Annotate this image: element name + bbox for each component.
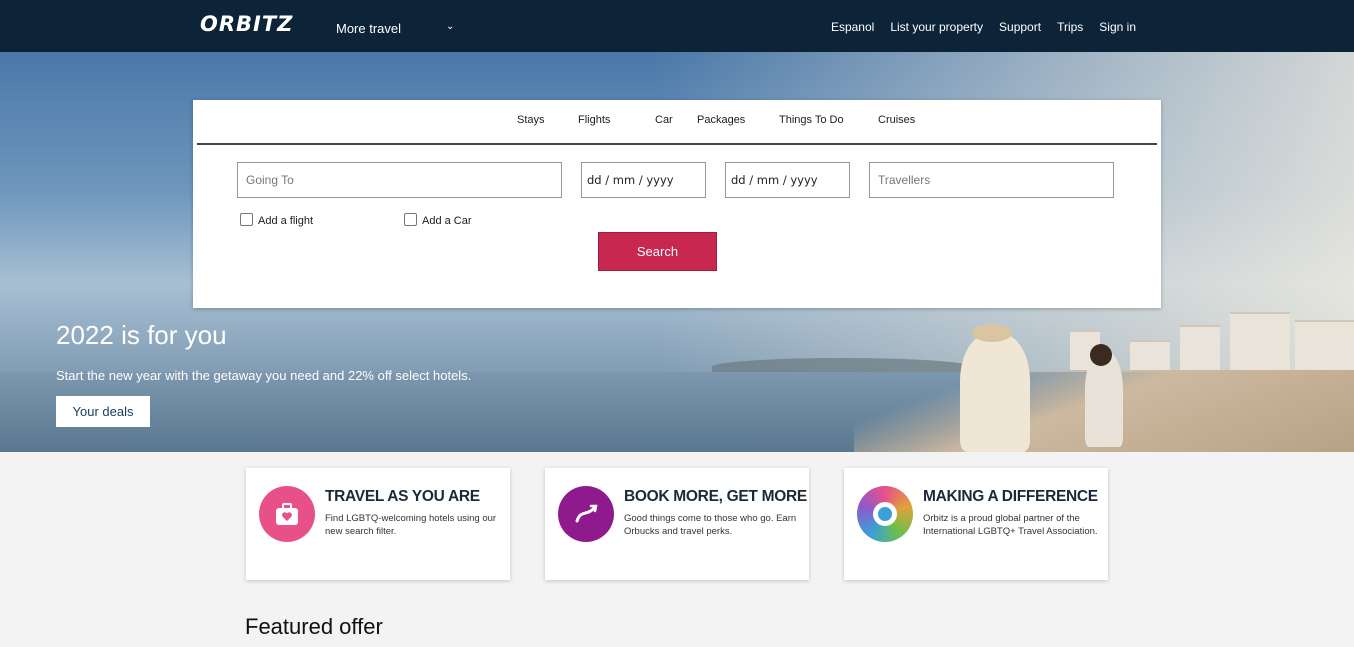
add-flight-label: Add a flight [258,215,314,227]
add-car-option[interactable]: Add a Car [404,212,472,227]
search-panel: Stays Flights Car Packages Things To Do … [193,100,1161,308]
hero-title: 2022 is for you [56,320,227,350]
sign-in-link[interactable]: Sign in [1099,20,1136,34]
more-travel-dropdown[interactable]: More travel ⌄ [336,21,454,36]
tab-flights[interactable]: Flights [578,114,610,126]
hero-building [1295,320,1354,370]
card-text: Good things come to those who go. Earn O… [624,513,797,537]
hero-hair [1090,344,1112,366]
featured-offer-heading: Featured offer [245,614,383,639]
card-text: Orbitz is a proud global partner of the … [923,513,1098,537]
tab-packages[interactable]: Packages [697,114,745,126]
promo-card-making-difference[interactable]: MAKING A DIFFERENCE Orbitz is a proud gl… [844,468,1108,580]
hero-person [1085,352,1123,447]
add-car-checkbox[interactable] [404,212,417,226]
tab-cruises[interactable]: Cruises [878,114,915,126]
orbucks-icon [558,486,614,542]
support-link[interactable]: Support [999,20,1041,34]
iglta-globe-icon [857,486,913,542]
going-to-input[interactable] [237,162,562,198]
hero-building [1180,325,1220,370]
card-text: Find LGBTQ-welcoming hotels using our ne… [325,513,497,537]
hero-hat [972,324,1012,342]
suitcase-heart-icon [259,486,315,542]
card-title: TRAVEL AS YOU ARE [325,488,480,505]
chevron-down-icon: ⌄ [446,21,455,32]
hero-person [960,334,1030,452]
travellers-input[interactable] [869,162,1114,198]
search-button[interactable]: Search [598,232,717,271]
search-tabs: Stays Flights Car Packages Things To Do … [197,100,1157,145]
header-links: Espanol List your property Support Trips… [831,20,1136,34]
add-flight-checkbox[interactable] [240,212,253,226]
tab-car[interactable]: Car [655,114,673,126]
card-title: BOOK MORE, GET MORE [624,488,807,505]
your-deals-button[interactable]: Your deals [56,396,150,427]
add-flight-option[interactable]: Add a flight [240,212,314,227]
tab-things-to-do[interactable]: Things To Do [779,114,844,126]
more-travel-label: More travel [336,21,402,36]
orbitz-logo[interactable]: ORBITZ [200,12,293,36]
trips-link[interactable]: Trips [1057,20,1083,34]
tab-stays[interactable]: Stays [517,114,545,126]
hero-building [1230,312,1290,370]
hero-building [1130,340,1170,370]
language-link[interactable]: Espanol [831,20,874,34]
checkout-date-field[interactable]: dd / mm / yyyy [725,162,850,198]
promo-card-travel-as-you-are[interactable]: TRAVEL AS YOU ARE Find LGBTQ-welcoming h… [246,468,510,580]
top-navigation-bar: ORBITZ More travel ⌄ Espanol List your p… [0,0,1354,52]
add-car-label: Add a Car [422,215,472,227]
list-property-link[interactable]: List your property [890,20,983,34]
hero-subtitle: Start the new year with the getaway you … [56,368,472,383]
card-title: MAKING A DIFFERENCE [923,488,1098,505]
promo-card-book-more[interactable]: BOOK MORE, GET MORE Good things come to … [545,468,809,580]
checkin-date-field[interactable]: dd / mm / yyyy [581,162,706,198]
